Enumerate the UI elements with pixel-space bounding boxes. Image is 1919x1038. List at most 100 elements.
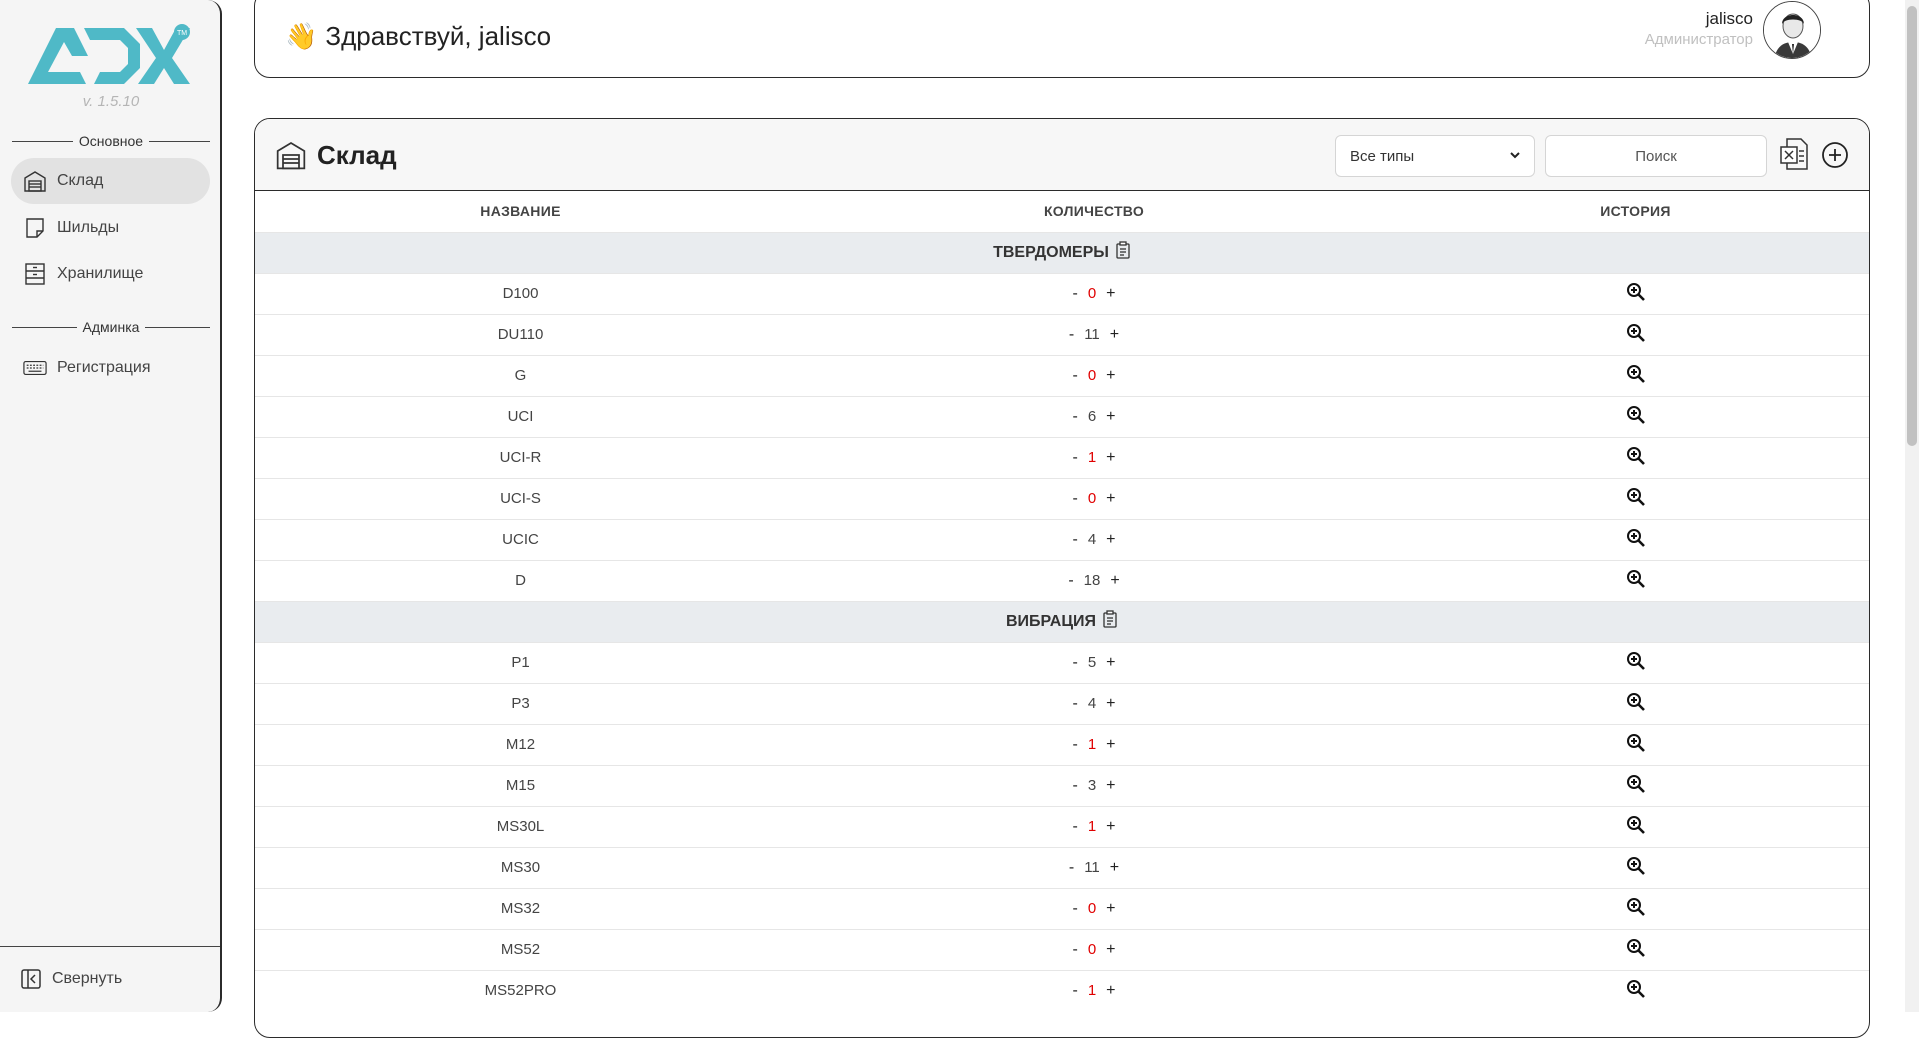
increment-button[interactable]: +: [1106, 408, 1115, 426]
zoom-in-icon[interactable]: [1626, 856, 1646, 876]
collapse-button[interactable]: Свернуть: [20, 968, 122, 990]
greeting-text: Здравствуй, jalisco: [325, 21, 552, 51]
zoom-in-icon[interactable]: [1626, 364, 1646, 384]
add-item-icon[interactable]: [1821, 141, 1849, 174]
zoom-in-icon[interactable]: [1626, 323, 1646, 343]
decrement-button[interactable]: -: [1072, 367, 1077, 385]
zoom-in-icon[interactable]: [1626, 487, 1646, 507]
decrement-button[interactable]: -: [1072, 736, 1077, 754]
zoom-in-icon[interactable]: [1626, 692, 1646, 712]
table-body: ТВЕРДОМЕРЫ D100-0 + DU110-11 + G -0 + UCI -6 + UCI-…: [255, 231, 1869, 1011]
sidebar-item-warehouse[interactable]: Склад: [11, 158, 210, 204]
zoom-in-icon[interactable]: [1626, 569, 1646, 589]
table-row: D -18 +: [255, 559, 1869, 601]
increment-button[interactable]: +: [1106, 490, 1115, 508]
decrement-button[interactable]: -: [1072, 982, 1077, 1000]
increment-button[interactable]: +: [1110, 326, 1119, 344]
sidebar-item-registration[interactable]: Регистрация: [11, 345, 210, 391]
history-cell: [1402, 805, 1869, 847]
greeting: 👋 Здравствуй, jalisco: [285, 21, 551, 52]
increment-button[interactable]: +: [1110, 859, 1119, 877]
history-cell: [1402, 928, 1869, 970]
zoom-in-icon[interactable]: [1626, 446, 1646, 466]
page-title: Склад: [275, 139, 397, 171]
decrement-button[interactable]: -: [1072, 285, 1077, 303]
increment-button[interactable]: +: [1106, 531, 1115, 549]
group-row: ВИБРАЦИЯ: [255, 600, 1869, 642]
increment-button[interactable]: +: [1106, 285, 1115, 303]
quantity-value: 1: [1087, 736, 1097, 753]
quantity-value: 4: [1087, 531, 1097, 548]
sidebar-item-storage[interactable]: Хранилище: [11, 251, 210, 297]
user-name: jalisco: [1705, 9, 1753, 28]
quantity-cell: -5 +: [786, 641, 1402, 683]
excel-export-icon[interactable]: [1779, 137, 1809, 176]
item-name: D100: [255, 272, 786, 314]
sidebar-item-plates[interactable]: Шильды: [11, 205, 210, 251]
increment-button[interactable]: +: [1106, 982, 1115, 1000]
decrement-button[interactable]: -: [1072, 941, 1077, 959]
increment-button[interactable]: +: [1106, 900, 1115, 918]
decrement-button[interactable]: -: [1072, 531, 1077, 549]
item-name: P1: [255, 641, 786, 683]
zoom-in-icon[interactable]: [1626, 938, 1646, 958]
quantity-cell: -0 +: [786, 272, 1402, 314]
increment-button[interactable]: +: [1106, 818, 1115, 836]
group-name: ТВЕРДОМЕРЫ: [993, 243, 1109, 261]
quantity-cell: -0 +: [786, 928, 1402, 970]
zoom-in-icon[interactable]: [1626, 282, 1646, 302]
increment-button[interactable]: +: [1106, 654, 1115, 672]
quantity-stepper: -1 +: [1072, 736, 1115, 754]
avatar[interactable]: [1763, 1, 1821, 59]
type-filter-select[interactable]: Все типы: [1335, 135, 1535, 177]
table-row: G -0 +: [255, 354, 1869, 396]
quantity-stepper: -4 +: [1072, 695, 1115, 713]
zoom-in-icon[interactable]: [1626, 733, 1646, 753]
history-cell: [1402, 518, 1869, 560]
search-input[interactable]: [1545, 135, 1767, 177]
increment-button[interactable]: +: [1106, 695, 1115, 713]
increment-button[interactable]: +: [1106, 777, 1115, 795]
zoom-in-icon[interactable]: [1626, 405, 1646, 425]
zoom-in-icon[interactable]: [1626, 897, 1646, 917]
decrement-button[interactable]: -: [1069, 326, 1074, 344]
table-row: UCIC -4 +: [255, 518, 1869, 560]
decrement-button[interactable]: -: [1072, 777, 1077, 795]
quantity-value: 0: [1087, 285, 1097, 302]
increment-button[interactable]: +: [1106, 449, 1115, 467]
table-row: MS32 -0 +: [255, 887, 1869, 929]
decrement-button[interactable]: -: [1072, 490, 1077, 508]
page-scrollbar[interactable]: [1905, 0, 1919, 1012]
decrement-button[interactable]: -: [1068, 572, 1073, 590]
quantity-cell: -18 +: [786, 559, 1402, 601]
decrement-button[interactable]: -: [1072, 900, 1077, 918]
clipboard-icon[interactable]: [1102, 610, 1118, 633]
history-cell: [1402, 969, 1869, 1011]
zoom-in-icon[interactable]: [1626, 815, 1646, 835]
zoom-in-icon[interactable]: [1626, 774, 1646, 794]
decrement-button[interactable]: -: [1072, 654, 1077, 672]
decrement-button[interactable]: -: [1072, 408, 1077, 426]
table-row: DU110 -11 +: [255, 313, 1869, 355]
quantity-value: 11: [1084, 859, 1100, 876]
clipboard-icon[interactable]: [1115, 241, 1131, 264]
quantity-stepper: -11 +: [1069, 859, 1119, 877]
scrollbar-thumb[interactable]: [1907, 6, 1917, 446]
increment-button[interactable]: +: [1110, 572, 1119, 590]
table-row: MS52PRO -1 +: [255, 969, 1869, 1011]
quantity-value: 1: [1087, 449, 1097, 466]
decrement-button[interactable]: -: [1072, 818, 1077, 836]
item-name: G: [255, 354, 786, 396]
decrement-button[interactable]: -: [1072, 449, 1077, 467]
zoom-in-icon[interactable]: [1626, 979, 1646, 999]
decrement-button[interactable]: -: [1072, 695, 1077, 713]
increment-button[interactable]: +: [1106, 736, 1115, 754]
increment-button[interactable]: +: [1106, 367, 1115, 385]
decrement-button[interactable]: -: [1069, 859, 1074, 877]
zoom-in-icon[interactable]: [1626, 528, 1646, 548]
zoom-in-icon[interactable]: [1626, 651, 1646, 671]
increment-button[interactable]: +: [1106, 941, 1115, 959]
warehouse-icon: [23, 169, 47, 193]
svg-text:TM: TM: [177, 30, 187, 37]
quantity-cell: -11 +: [786, 313, 1402, 355]
